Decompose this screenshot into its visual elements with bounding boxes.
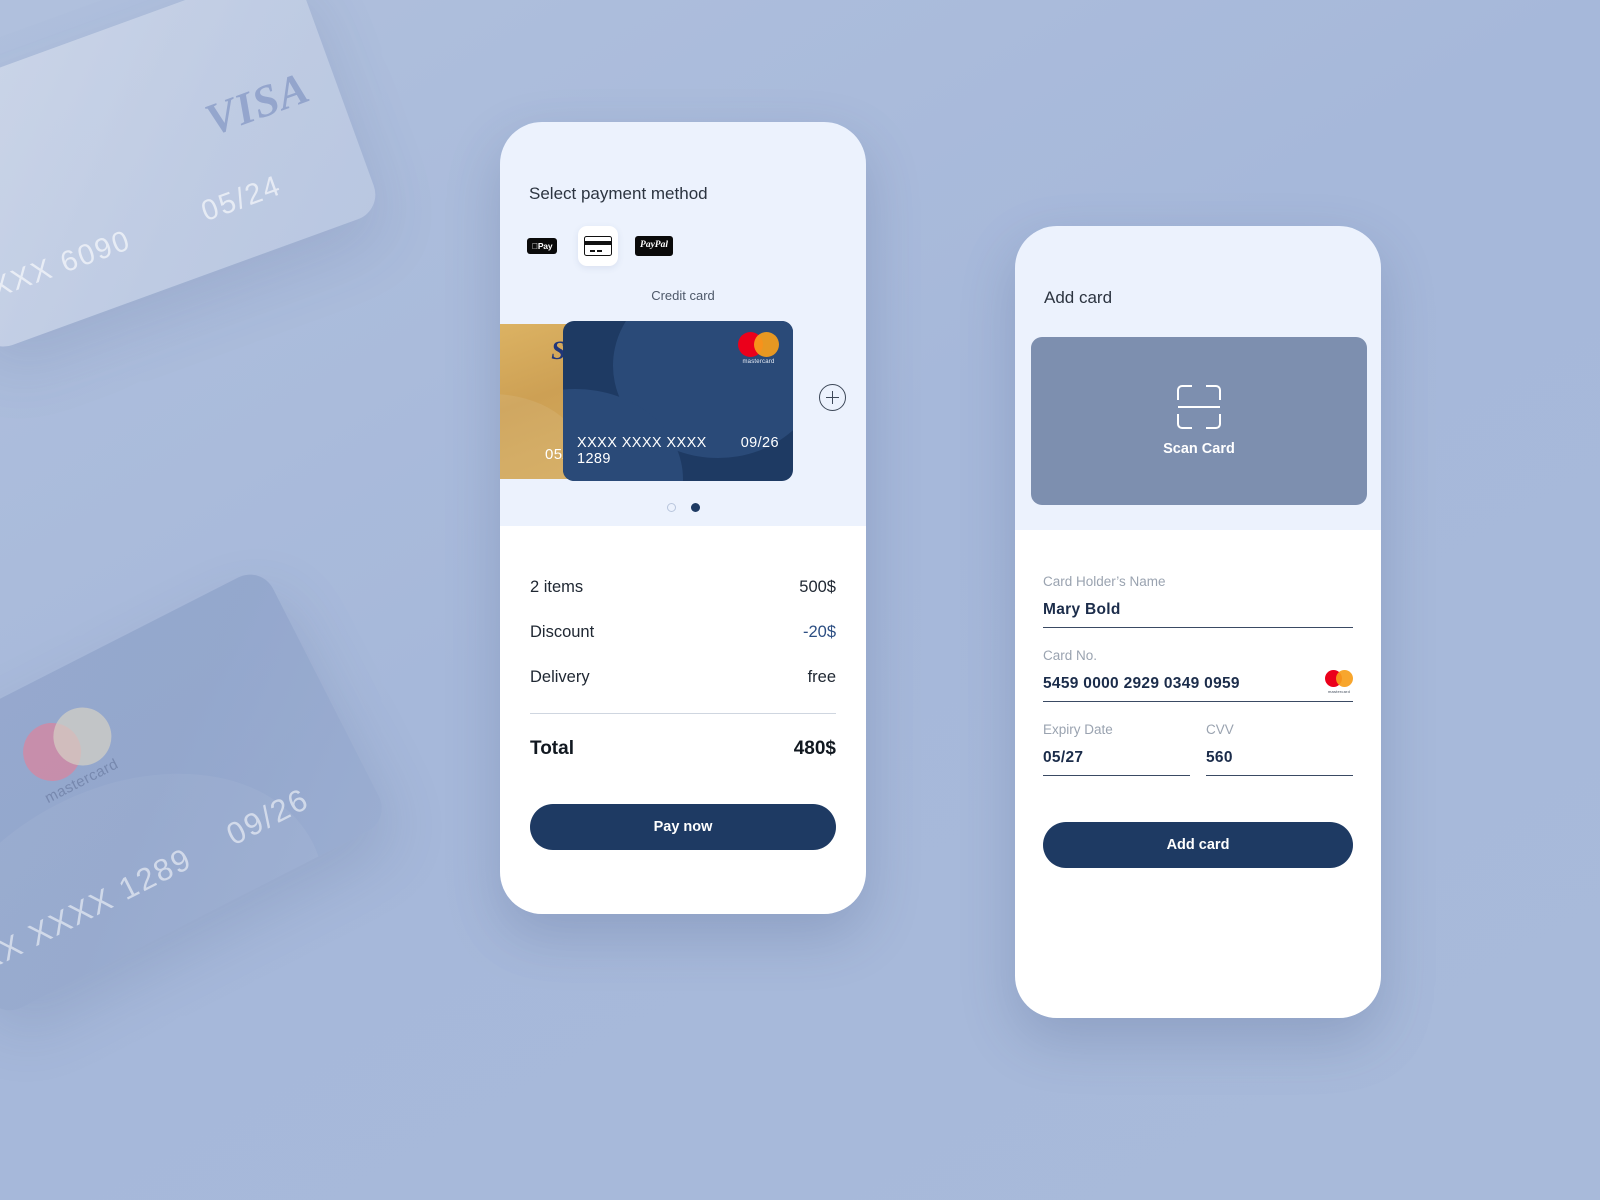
- summary-row-delivery: Delivery free: [530, 668, 836, 687]
- summary-label-items: 2 items: [530, 578, 584, 596]
- field-card-number: Card No. 5459 0000 2929 0349 0959 master…: [1043, 648, 1353, 702]
- pay-now-button[interactable]: Pay now: [530, 804, 836, 850]
- expiry-date-input[interactable]: 05/27: [1043, 749, 1190, 776]
- add-card-plus-icon[interactable]: [819, 384, 846, 411]
- cvv-input[interactable]: 560: [1206, 749, 1353, 776]
- carousel-card-mastercard[interactable]: mastercard XXXX XXXX XXXX 1289 09/26: [563, 321, 793, 481]
- carousel-dot-2[interactable]: [690, 503, 700, 512]
- mastercard-logo-icon: mastercard: [13, 697, 122, 807]
- card-holder-label: Card Holder’s Name: [1043, 574, 1166, 589]
- scan-card-label: Scan Card: [1163, 441, 1235, 457]
- add-card-phone: Add card Scan Card Card Holder’s Name Ma…: [1015, 226, 1381, 1018]
- selected-method-label: Credit card: [651, 288, 715, 303]
- summary-total-value: 480$: [793, 738, 836, 759]
- summary-value-discount: -20$: [802, 623, 836, 641]
- payment-method-selector: Pay PayPal: [500, 204, 866, 266]
- summary-total-row: Total 480$: [530, 738, 836, 760]
- summary-total-label: Total: [530, 738, 574, 759]
- summary-value-items: 500$: [799, 578, 836, 596]
- field-cvv: CVV 560: [1206, 722, 1353, 776]
- apple-pay-label: Pay: [534, 240, 553, 251]
- payment-summary-panel: 2 items 500$ Discount -20$ Delivery free…: [500, 526, 866, 914]
- payment-method-apple-pay[interactable]: Pay: [522, 226, 562, 266]
- mastercard-yellow-circle: [754, 332, 779, 357]
- mastercard-wordmark: mastercard: [742, 359, 775, 365]
- card-carousel[interactable]: SA 05/24 mastercard XXXX XXXX XXXX 1: [500, 321, 866, 491]
- summary-divider: [530, 713, 836, 714]
- add-card-form: Card Holder’s Name Mary Bold Card No. 54…: [1015, 530, 1381, 868]
- card-number-label: Card No.: [1043, 648, 1098, 663]
- field-card-holder: Card Holder’s Name Mary Bold: [1043, 574, 1353, 628]
- add-card-top-panel: Add card Scan Card: [1015, 226, 1381, 530]
- carousel-pagination[interactable]: [500, 503, 866, 512]
- mastercard-wordmark: mastercard: [1327, 689, 1350, 694]
- expiry-date-label: Expiry Date: [1043, 722, 1113, 737]
- cvv-label: CVV: [1206, 722, 1234, 737]
- scan-card-button[interactable]: Scan Card: [1031, 337, 1367, 505]
- carousel-card-expiry: 09/26: [740, 435, 779, 451]
- paypal-icon: PayPal: [635, 236, 673, 256]
- card-holder-input[interactable]: Mary Bold: [1043, 601, 1353, 628]
- mastercard-yellow-circle: [1336, 670, 1353, 687]
- payment-method-phone: Select payment method Pay PayPal Credit: [500, 122, 866, 914]
- visa-brand-logo: VISA: [198, 61, 316, 146]
- summary-row-items: 2 items 500$: [530, 578, 836, 597]
- decor-mastercard-card: mastercard XX XXXX 1289 09/26: [0, 565, 391, 1020]
- order-summary: 2 items 500$ Discount -20$ Delivery free…: [500, 526, 866, 850]
- mastercard-logo-icon: mastercard: [1325, 670, 1353, 694]
- card-details-row: XXXX XXXX XXXX 1289 09/26: [563, 435, 793, 467]
- scan-frame-icon: [1177, 385, 1221, 429]
- card-number-input[interactable]: 5459 0000 2929 0349 0959: [1043, 675, 1353, 702]
- field-expiry-date: Expiry Date 05/27: [1043, 722, 1190, 776]
- credit-card-icon: [584, 236, 612, 256]
- add-card-submit-button[interactable]: Add card: [1043, 822, 1353, 868]
- payment-top-panel: Select payment method Pay PayPal Credit: [500, 122, 866, 526]
- field-row-expiry-cvv: Expiry Date 05/27 CVV 560: [1043, 722, 1353, 796]
- mastercard-logo-icon: mastercard: [738, 332, 779, 365]
- decor-visa-expiry: 05/24: [197, 169, 286, 228]
- decor-visa-card: VISA XXX 6090 05/24: [0, 0, 383, 354]
- add-card-form-panel: Card Holder’s Name Mary Bold Card No. 54…: [1015, 530, 1381, 1018]
- carousel-dot-1[interactable]: [666, 503, 676, 512]
- page-title: Select payment method: [529, 184, 708, 203]
- payment-method-credit-card[interactable]: [578, 226, 618, 266]
- summary-label-discount: Discount: [530, 623, 595, 641]
- decor-visa-number: XXX 6090: [0, 224, 136, 305]
- app-canvas: VISA XXX 6090 05/24 mastercard XX XXXX 1…: [0, 0, 1600, 1200]
- apple-pay-icon: Pay: [526, 237, 558, 255]
- summary-label-delivery: Delivery: [530, 668, 590, 686]
- summary-value-delivery: free: [807, 668, 836, 686]
- add-card-title: Add card: [1044, 288, 1113, 307]
- carousel-card-number: XXXX XXXX XXXX 1289: [577, 435, 707, 467]
- summary-row-discount: Discount -20$: [530, 623, 836, 642]
- payment-method-paypal[interactable]: PayPal: [634, 226, 674, 266]
